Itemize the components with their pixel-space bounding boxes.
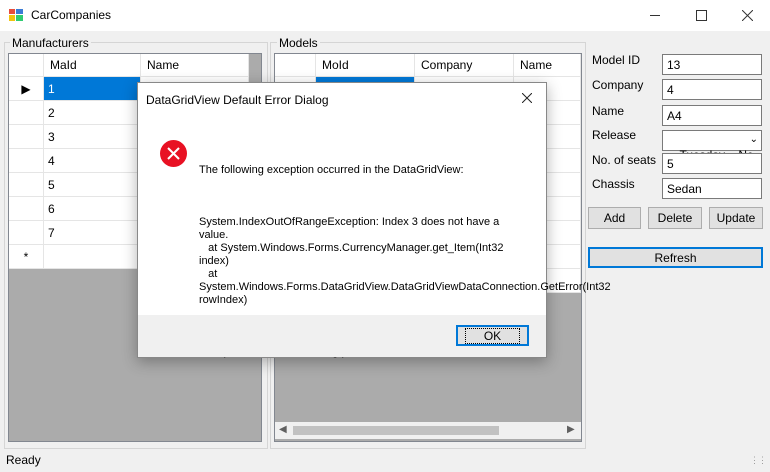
row-header[interactable] [9, 196, 44, 221]
close-button[interactable] [724, 0, 770, 31]
name-label: Name [592, 104, 625, 118]
close-icon [522, 93, 532, 103]
row-header[interactable] [9, 172, 44, 197]
row-header[interactable] [9, 220, 44, 245]
scroll-left-icon[interactable]: ◀ [279, 424, 287, 435]
current-row-arrow-icon: ▶ [9, 76, 44, 101]
release-date-picker[interactable]: Tuesday , Nc ⌄ [662, 130, 762, 162]
models-label: Models [277, 36, 320, 50]
resize-grip-icon[interactable]: ⋮⋮ [750, 455, 767, 466]
chevron-down-icon[interactable]: ⌄ [750, 134, 758, 145]
maid-cell[interactable]: 2 [43, 100, 141, 125]
window-title: CarCompanies [31, 8, 112, 22]
manufacturers-label: Manufacturers [10, 36, 91, 50]
close-icon [741, 10, 753, 21]
chassis-field[interactable]: Sedan [662, 178, 762, 199]
error-icon [160, 140, 187, 167]
maid-cell[interactable] [43, 244, 141, 269]
minimize-button[interactable] [632, 0, 678, 31]
dialog-title: DataGridView Default Error Dialog [146, 93, 329, 107]
maid-cell[interactable]: 1 [43, 76, 141, 101]
name-field[interactable]: A4 [662, 105, 762, 126]
row-header[interactable] [9, 100, 44, 125]
delete-button[interactable]: Delete [648, 207, 702, 229]
company-label: Company [592, 78, 644, 92]
column-header-moid[interactable]: MoId [315, 54, 415, 77]
app-icon [9, 9, 23, 21]
maid-cell[interactable]: 7 [43, 220, 141, 245]
row-header-corner [9, 54, 44, 77]
chassis-label: Chassis [592, 177, 635, 191]
ok-button[interactable]: OK [456, 325, 529, 346]
seats-label: No. of seats [592, 153, 657, 167]
row-header-corner [275, 54, 316, 77]
column-header-maid[interactable]: MaId [43, 54, 141, 77]
model-id-field[interactable]: 13 [662, 54, 762, 75]
release-label: Release [592, 128, 637, 142]
refresh-button[interactable]: Refresh [588, 247, 763, 268]
column-header-name[interactable]: Name [513, 54, 581, 77]
status-bar: Ready ⋮⋮ [0, 449, 770, 472]
error-intro: The following exception occurred in the … [199, 164, 464, 176]
status-text: Ready [6, 453, 41, 467]
horizontal-scrollbar[interactable]: ◀ ▶ [275, 422, 581, 439]
maximize-icon [695, 10, 707, 21]
new-row-marker: * [9, 244, 44, 269]
maid-cell[interactable]: 6 [43, 196, 141, 221]
company-field[interactable]: 4 [662, 79, 762, 100]
title-bar: CarCompanies [0, 0, 770, 31]
seats-field[interactable]: 5 [662, 153, 762, 174]
update-button[interactable]: Update [709, 207, 763, 229]
dialog-footer: OK [138, 315, 546, 357]
scrollbar-thumb[interactable] [293, 426, 499, 435]
column-header-name[interactable]: Name [140, 54, 249, 77]
scroll-right-icon[interactable]: ▶ [567, 424, 575, 435]
ok-label: OK [464, 327, 521, 344]
add-button[interactable]: Add [588, 207, 641, 229]
column-header-company[interactable]: Company [414, 54, 514, 77]
maid-cell[interactable]: 3 [43, 124, 141, 149]
row-header[interactable] [9, 124, 44, 149]
exception-details: System.IndexOutOfRangeException: Index 3… [199, 216, 611, 306]
minimize-icon [649, 15, 660, 16]
maid-cell[interactable]: 5 [43, 172, 141, 197]
maid-cell[interactable]: 4 [43, 148, 141, 173]
model-id-label: Model ID [592, 53, 641, 67]
error-dialog: DataGridView Default Error Dialog The fo… [137, 82, 611, 358]
maximize-button[interactable] [678, 0, 724, 31]
dialog-close-button[interactable] [514, 87, 540, 109]
row-header[interactable] [9, 148, 44, 173]
